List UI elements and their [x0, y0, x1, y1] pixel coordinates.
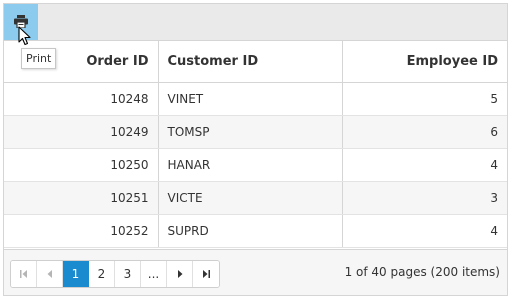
- employee-id-cell[interactable]: 6: [341, 115, 507, 149]
- page-button-3[interactable]: 3: [115, 261, 141, 287]
- table-row[interactable]: 10252 SUPRD 4: [4, 214, 507, 248]
- customer-id-cell[interactable]: HANAR: [157, 148, 342, 182]
- order-id-cell[interactable]: 10248: [4, 82, 158, 116]
- column-header-customer-id[interactable]: Customer ID: [157, 41, 342, 83]
- table-row[interactable]: 10248 VINET 5: [4, 82, 507, 116]
- customer-id-cell[interactable]: SUPRD: [157, 214, 342, 248]
- grid-toolbar: [4, 4, 507, 41]
- employee-id-cell[interactable]: 5: [341, 82, 507, 116]
- print-tooltip: Print: [21, 48, 57, 69]
- table-row[interactable]: 10251 VICTE 3: [4, 181, 507, 215]
- first-page-icon: [19, 270, 27, 278]
- data-grid: Order ID Customer ID Employee ID 10248 V…: [3, 3, 508, 296]
- order-id-cell[interactable]: 10249: [4, 115, 158, 149]
- customer-id-cell[interactable]: VICTE: [157, 181, 342, 215]
- table-row[interactable]: 10250 HANAR 4: [4, 148, 507, 182]
- pager-info: 1 of 40 pages (200 items): [344, 265, 500, 279]
- orders-table: Order ID Customer ID Employee ID 10248 V…: [4, 41, 507, 248]
- customer-id-cell[interactable]: TOMSP: [157, 115, 342, 149]
- previous-page-icon: [47, 270, 52, 278]
- order-id-cell[interactable]: 10250: [4, 148, 158, 182]
- employee-id-cell[interactable]: 4: [341, 214, 507, 248]
- column-header-employee-id[interactable]: Employee ID: [341, 41, 507, 83]
- next-page-icon: [177, 270, 182, 278]
- customer-id-cell[interactable]: VINET: [157, 82, 342, 116]
- printer-icon: [14, 15, 28, 28]
- page-button-1[interactable]: 1: [63, 261, 89, 287]
- first-page-button[interactable]: [11, 261, 37, 287]
- order-id-cell[interactable]: 10252: [4, 214, 158, 248]
- page-button-2[interactable]: 2: [89, 261, 115, 287]
- pager: 1 2 3 ... 1 of 40 pages (200 items): [4, 249, 507, 295]
- previous-page-button[interactable]: [37, 261, 63, 287]
- table-row[interactable]: 10249 TOMSP 6: [4, 115, 507, 149]
- order-id-cell[interactable]: 10251: [4, 181, 158, 215]
- last-page-button[interactable]: [193, 261, 219, 287]
- last-page-icon: [203, 270, 210, 278]
- employee-id-cell[interactable]: 4: [341, 148, 507, 182]
- pager-buttons: 1 2 3 ...: [10, 260, 220, 288]
- print-button[interactable]: [4, 4, 38, 40]
- header-row: Order ID Customer ID Employee ID: [4, 41, 507, 83]
- employee-id-cell[interactable]: 3: [341, 181, 507, 215]
- next-page-button[interactable]: [167, 261, 193, 287]
- more-pages-button[interactable]: ...: [141, 261, 167, 287]
